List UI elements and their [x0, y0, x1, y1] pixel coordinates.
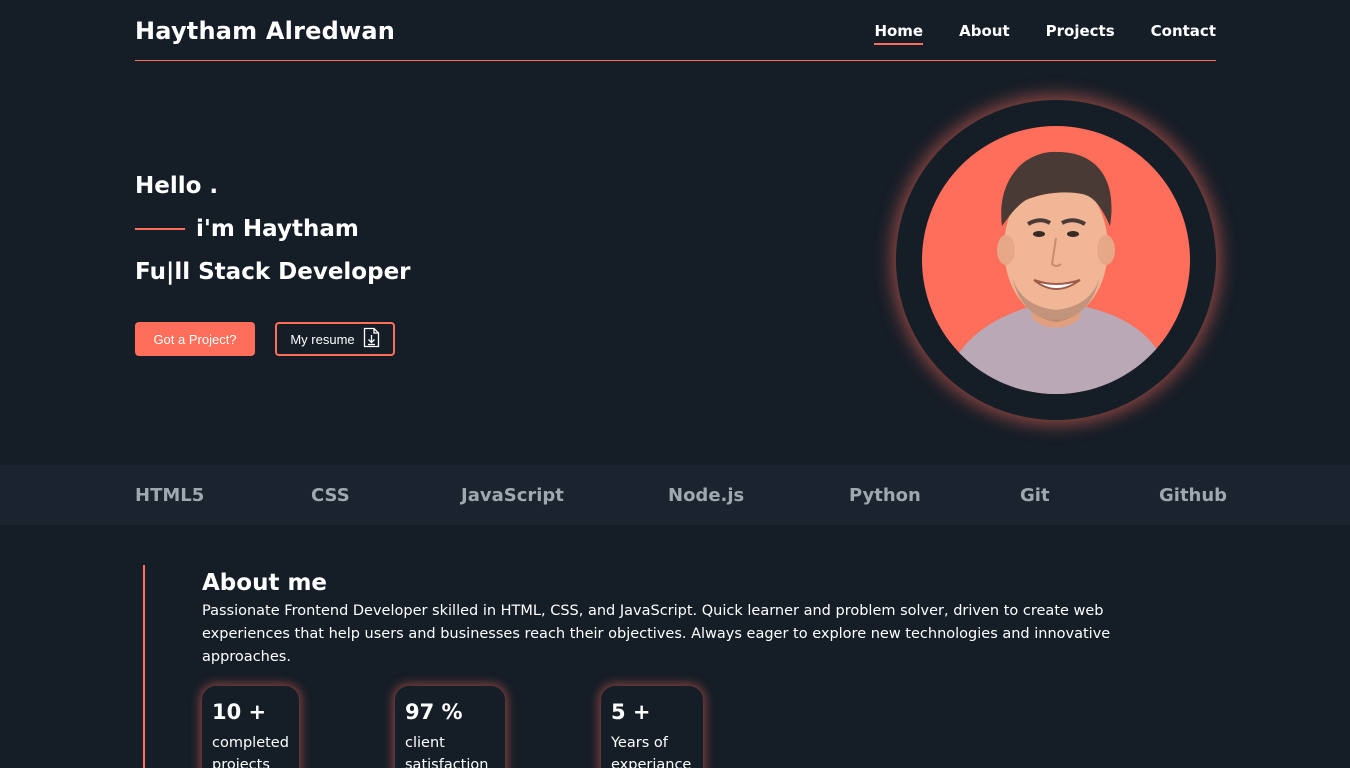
my-resume-label: My resume: [290, 331, 355, 347]
profile-avatar: [896, 100, 1216, 420]
my-resume-button[interactable]: My resume: [275, 322, 395, 356]
nav-contact[interactable]: Contact: [1151, 22, 1216, 45]
main-nav: Home About Projects Contact: [874, 22, 1216, 45]
nav-projects[interactable]: Projects: [1046, 22, 1115, 45]
site-header: Haytham Alredwan Home About Projects Con…: [135, 0, 1216, 61]
file-download-icon: [363, 327, 380, 351]
about-title: About me: [202, 570, 328, 596]
skill-github: Github: [1159, 485, 1228, 506]
accent-dash: [135, 228, 185, 230]
skill-nodejs: Node.js: [668, 485, 745, 506]
stat-label: completed projects: [212, 735, 289, 768]
got-a-project-label: Got a Project?: [153, 331, 237, 347]
stat-label: Years of experiance: [611, 735, 692, 768]
skill-git: Git: [1020, 485, 1050, 506]
skills-bar: HTML5 CSS JavaScript Node.js Python Git …: [0, 465, 1350, 525]
stat-value: 5 +: [611, 700, 651, 724]
stat-card-satisfaction: 97 % client satisfaction: [395, 686, 505, 768]
skill-css: CSS: [311, 485, 350, 506]
hero-role: Fu|ll Stack Developer: [135, 259, 411, 285]
brand-name[interactable]: Haytham Alredwan: [135, 17, 395, 45]
hero-greeting: Hello .: [135, 173, 219, 199]
nav-about[interactable]: About: [959, 22, 1010, 45]
nav-home[interactable]: Home: [874, 22, 924, 45]
got-a-project-button[interactable]: Got a Project?: [135, 322, 255, 356]
about-accent-line: [143, 565, 145, 768]
stat-value: 10 +: [212, 700, 267, 724]
skill-python: Python: [849, 485, 921, 506]
hero-name-text: i'm Haytham: [196, 216, 359, 242]
stat-value: 97 %: [405, 700, 463, 724]
stat-card-projects: 10 + completed projects: [202, 686, 299, 768]
profile-photo: [922, 126, 1190, 394]
about-description: Passionate Frontend Developer skilled in…: [202, 603, 1111, 665]
skill-html5: HTML5: [135, 485, 205, 506]
stat-label: client satisfaction: [405, 735, 489, 768]
skill-javascript: JavaScript: [461, 485, 564, 506]
stat-card-experience: 5 + Years of experiance: [601, 686, 703, 768]
hero-name: i'm Haytham: [135, 216, 359, 242]
